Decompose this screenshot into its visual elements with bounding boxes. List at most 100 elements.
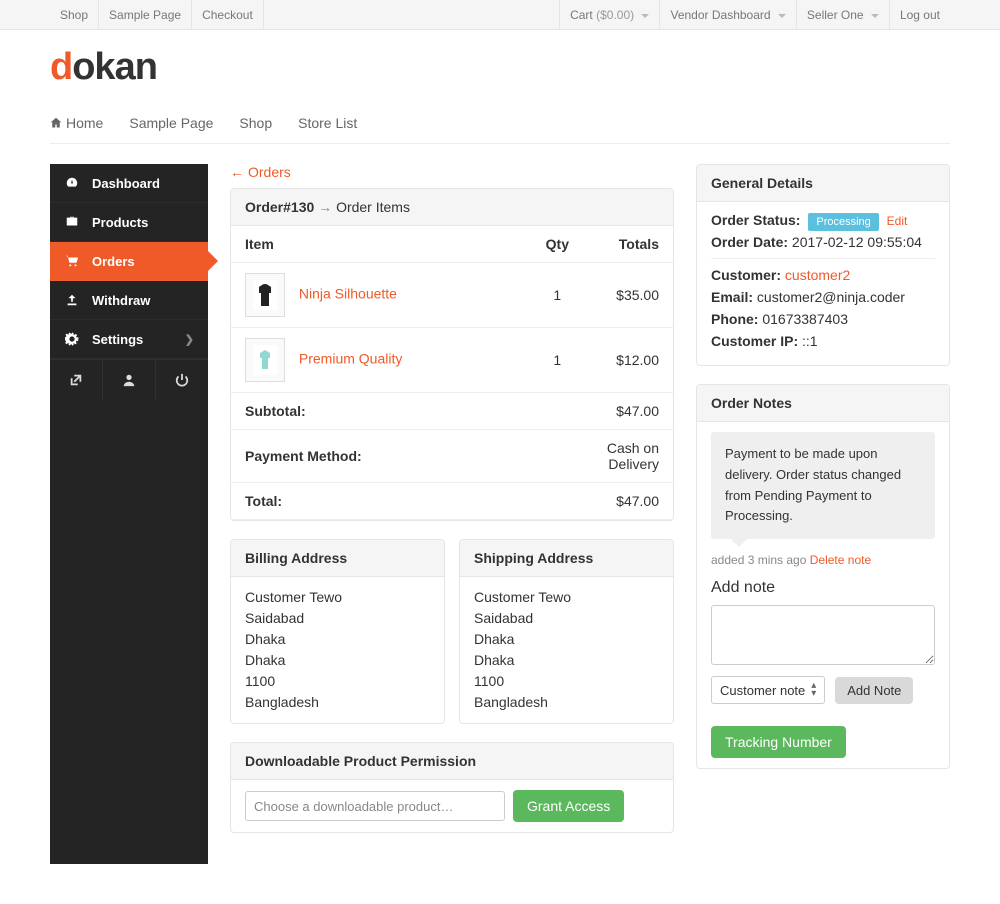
gear-icon bbox=[64, 332, 80, 346]
addr-line: Saidabad bbox=[474, 608, 659, 629]
power-icon[interactable] bbox=[156, 360, 208, 400]
addr-line: Dhaka bbox=[474, 629, 659, 650]
chevron-right-icon: ❯ bbox=[185, 333, 194, 346]
sidebar-item-settings[interactable]: Settings ❯ bbox=[50, 320, 208, 359]
addr-line: Bangladesh bbox=[245, 692, 430, 713]
product-link[interactable]: Premium Quality bbox=[299, 351, 402, 367]
cart-icon bbox=[64, 254, 80, 268]
nav-shop[interactable]: Shop bbox=[239, 107, 272, 143]
date-value: 2017-02-12 09:55:04 bbox=[792, 234, 922, 250]
upload-icon bbox=[64, 293, 80, 307]
addr-line: Dhaka bbox=[245, 650, 430, 671]
order-row: Premium Quality 1 $12.00 bbox=[231, 328, 673, 393]
external-link-icon[interactable] bbox=[50, 360, 103, 400]
email-value: customer2@ninja.coder bbox=[757, 289, 905, 305]
topbar-sample-page[interactable]: Sample Page bbox=[99, 0, 192, 29]
phone-label: Phone: bbox=[711, 311, 758, 327]
note-textarea[interactable] bbox=[711, 605, 935, 665]
product-thumb bbox=[245, 338, 285, 382]
grant-access-button[interactable]: Grant Access bbox=[513, 790, 624, 822]
phone-value: 01673387403 bbox=[762, 311, 848, 327]
billing-panel: Billing Address Customer Tewo Saidabad D… bbox=[230, 539, 445, 724]
addr-line: Customer Tewo bbox=[245, 587, 430, 608]
billing-heading: Billing Address bbox=[231, 540, 444, 577]
addr-line: Customer Tewo bbox=[474, 587, 659, 608]
sidebar-item-label: Withdraw bbox=[92, 293, 150, 308]
ip-label: Customer IP: bbox=[711, 333, 798, 349]
row-qty: 1 bbox=[532, 263, 583, 328]
back-to-orders-link[interactable]: ← Orders bbox=[230, 164, 291, 180]
shipping-panel: Shipping Address Customer Tewo Saidabad … bbox=[459, 539, 674, 724]
order-items-panel: Order#130 → Order Items Item Qty Totals bbox=[230, 188, 674, 521]
total-row: Total: $47.00 bbox=[231, 483, 673, 520]
col-totals: Totals bbox=[583, 226, 673, 263]
note-bubble: Payment to be made upon delivery. Order … bbox=[711, 432, 935, 539]
nav-sample-page[interactable]: Sample Page bbox=[129, 107, 213, 143]
product-thumb bbox=[245, 273, 285, 317]
nav-store-list[interactable]: Store List bbox=[298, 107, 357, 143]
ip-value: ::1 bbox=[802, 333, 818, 349]
sidebar-item-label: Products bbox=[92, 215, 148, 230]
tracking-number-button[interactable]: Tracking Number bbox=[711, 726, 846, 758]
order-notes-panel: Order Notes Payment to be made upon deli… bbox=[696, 384, 950, 769]
sidebar: Dashboard Products Orders Withdraw Setti… bbox=[50, 164, 208, 864]
panel-subtitle: Order Items bbox=[336, 199, 410, 215]
topbar-vendor-dashboard[interactable]: Vendor Dashboard bbox=[659, 0, 795, 29]
topbar-shop[interactable]: Shop bbox=[50, 0, 99, 29]
email-label: Email: bbox=[711, 289, 753, 305]
sidebar-item-withdraw[interactable]: Withdraw bbox=[50, 281, 208, 320]
edit-status-link[interactable]: Edit bbox=[887, 214, 908, 228]
customer-link[interactable]: customer2 bbox=[785, 267, 850, 283]
logo-first-letter: d bbox=[50, 46, 72, 88]
note-type-select[interactable]: Customer note ▴▾ bbox=[711, 676, 825, 704]
topbar-checkout[interactable]: Checkout bbox=[192, 0, 264, 29]
order-number: Order#130 bbox=[245, 199, 314, 215]
status-badge: Processing bbox=[808, 213, 878, 231]
add-note-label: Add note bbox=[711, 579, 935, 597]
cart-amount: ($0.00) bbox=[596, 8, 634, 22]
user-icon[interactable] bbox=[103, 360, 156, 400]
sidebar-item-label: Dashboard bbox=[92, 176, 160, 191]
addr-line: 1100 bbox=[474, 671, 659, 692]
sidebar-item-products[interactable]: Products bbox=[50, 203, 208, 242]
dashboard-icon bbox=[64, 176, 80, 190]
sidebar-item-orders[interactable]: Orders bbox=[50, 242, 208, 281]
arrow-left-icon: ← bbox=[230, 164, 244, 180]
topbar: Shop Sample Page Checkout Cart ($0.00) V… bbox=[0, 0, 1000, 30]
general-heading: General Details bbox=[697, 165, 949, 202]
sidebar-item-label: Settings bbox=[92, 332, 143, 347]
logo[interactable]: dokan bbox=[50, 46, 950, 89]
row-total: $12.00 bbox=[583, 328, 673, 393]
caret-down-icon bbox=[778, 14, 786, 18]
product-link[interactable]: Ninja Silhouette bbox=[299, 286, 397, 302]
row-total: $35.00 bbox=[583, 263, 673, 328]
general-details-panel: General Details Order Status: Processing… bbox=[696, 164, 950, 366]
topbar-seller[interactable]: Seller One bbox=[796, 0, 889, 29]
notes-heading: Order Notes bbox=[697, 385, 949, 422]
topbar-logout[interactable]: Log out bbox=[889, 0, 950, 29]
delete-note-link[interactable]: Delete note bbox=[810, 553, 871, 567]
order-row: Ninja Silhouette 1 $35.00 bbox=[231, 263, 673, 328]
subtotal-row: Subtotal: $47.00 bbox=[231, 393, 673, 430]
sidebar-item-label: Orders bbox=[92, 254, 135, 269]
cart-label: Cart bbox=[570, 8, 593, 22]
payment-row: Payment Method: Cash on Delivery bbox=[231, 430, 673, 483]
sort-icon: ▴▾ bbox=[811, 682, 816, 698]
addr-line: 1100 bbox=[245, 671, 430, 692]
col-qty: Qty bbox=[532, 226, 583, 263]
addr-line: Saidabad bbox=[245, 608, 430, 629]
addr-line: Dhaka bbox=[245, 629, 430, 650]
customer-label: Customer: bbox=[711, 267, 781, 283]
addr-line: Dhaka bbox=[474, 650, 659, 671]
col-item: Item bbox=[231, 226, 532, 263]
nav-home[interactable]: Home bbox=[50, 107, 103, 143]
sidebar-item-dashboard[interactable]: Dashboard bbox=[50, 164, 208, 203]
download-heading: Downloadable Product Permission bbox=[231, 743, 673, 780]
download-product-select[interactable]: Choose a downloadable product… bbox=[245, 791, 505, 821]
download-panel: Downloadable Product Permission Choose a… bbox=[230, 742, 674, 833]
sidebar-tools bbox=[50, 359, 208, 400]
addr-line: Bangladesh bbox=[474, 692, 659, 713]
add-note-button[interactable]: Add Note bbox=[835, 677, 913, 704]
topbar-cart[interactable]: Cart ($0.00) bbox=[559, 0, 659, 29]
date-label: Order Date: bbox=[711, 234, 788, 250]
